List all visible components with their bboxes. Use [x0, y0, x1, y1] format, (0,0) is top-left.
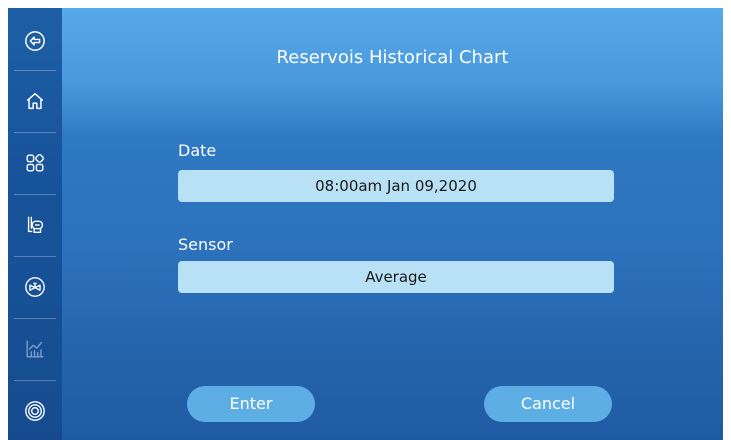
enter-button[interactable]: Enter	[187, 386, 315, 422]
apps-button[interactable]	[8, 136, 62, 190]
app-screen: Reservois Historical Chart Date 08:00am …	[8, 8, 723, 440]
target-button[interactable]	[8, 384, 62, 438]
sidebar-divider	[14, 256, 56, 257]
page-title: Reservois Historical Chart	[276, 47, 509, 68]
sidebar-divider	[14, 380, 56, 381]
valve-gauge-icon	[25, 277, 45, 297]
cancel-button[interactable]: Cancel	[484, 386, 612, 422]
home-icon	[26, 92, 44, 110]
sensor-select[interactable]: Average	[178, 261, 614, 293]
chart-icon	[26, 340, 44, 358]
sidebar-divider	[14, 194, 56, 195]
home-button[interactable]	[8, 74, 62, 128]
back-arrow-icon	[25, 31, 45, 51]
pump-button[interactable]	[8, 198, 62, 252]
sidebar	[8, 8, 62, 440]
pump-device-icon	[27, 216, 44, 234]
sensor-label: Sensor	[178, 235, 233, 254]
main-panel: Reservois Historical Chart Date 08:00am …	[62, 8, 723, 440]
back-button[interactable]	[8, 14, 62, 68]
date-field[interactable]: 08:00am Jan 09,2020	[178, 170, 614, 202]
sidebar-divider	[14, 132, 56, 133]
sidebar-divider	[14, 318, 56, 319]
chart-button[interactable]	[8, 322, 62, 376]
apps-grid-icon	[26, 153, 45, 172]
valve-button[interactable]	[8, 260, 62, 314]
target-icon	[25, 401, 45, 421]
date-label: Date	[178, 141, 217, 160]
sidebar-divider	[14, 70, 56, 71]
